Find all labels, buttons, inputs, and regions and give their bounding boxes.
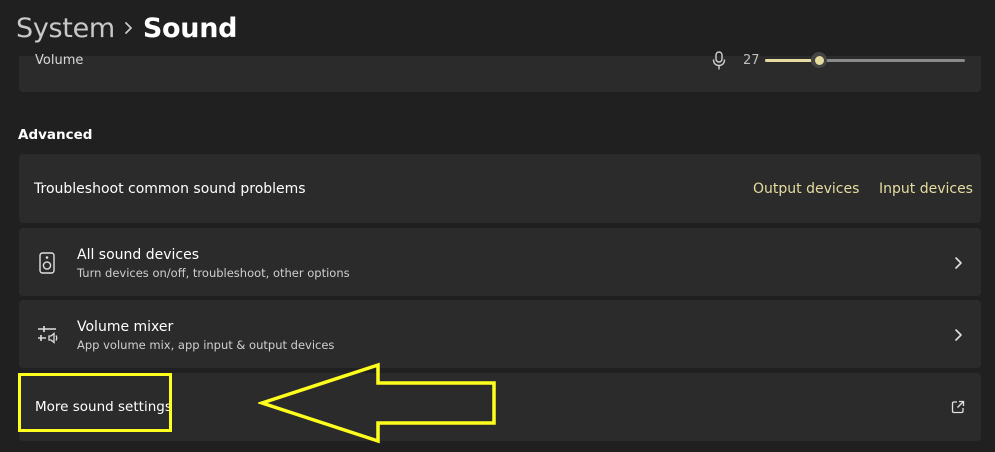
troubleshoot-label: Troubleshoot common sound problems bbox=[34, 181, 306, 197]
input-volume-card: Volume 27 bbox=[19, 51, 981, 92]
speaker-icon bbox=[37, 252, 57, 274]
more-sound-settings-label: More sound settings bbox=[35, 399, 172, 415]
chevron-right-icon bbox=[115, 21, 143, 35]
volume-mixer-subtitle: App volume mix, app input & output devic… bbox=[77, 338, 335, 352]
settings-page: System Sound Volume 27 Advanced Troubles… bbox=[0, 0, 995, 452]
slider-thumb-center bbox=[814, 55, 824, 65]
troubleshoot-card: Troubleshoot common sound problems Outpu… bbox=[19, 154, 981, 223]
all-sound-devices-subtitle: Turn devices on/off, troubleshoot, other… bbox=[77, 266, 350, 280]
breadcrumb: System Sound bbox=[16, 8, 237, 48]
volume-mixer-title: Volume mixer bbox=[77, 319, 174, 335]
more-sound-settings-item[interactable]: More sound settings bbox=[19, 373, 981, 441]
breadcrumb-system[interactable]: System bbox=[16, 13, 115, 44]
advanced-heading: Advanced bbox=[18, 127, 93, 143]
external-link-icon bbox=[951, 399, 965, 414]
slider-thumb[interactable] bbox=[811, 52, 827, 68]
output-devices-link[interactable]: Output devices bbox=[753, 181, 859, 197]
volume-mixer-item[interactable]: Volume mixer App volume mix, app input &… bbox=[19, 300, 981, 368]
input-devices-link[interactable]: Input devices bbox=[879, 181, 973, 197]
page-title: Sound bbox=[142, 12, 238, 44]
mixer-icon bbox=[37, 324, 58, 346]
all-sound-devices-title: All sound devices bbox=[77, 247, 200, 263]
microphone-icon[interactable] bbox=[711, 51, 727, 71]
all-sound-devices-item[interactable]: All sound devices Turn devices on/off, t… bbox=[19, 228, 981, 296]
volume-value: 27 bbox=[743, 53, 760, 68]
chevron-right-icon bbox=[953, 327, 963, 341]
volume-slider[interactable] bbox=[765, 52, 965, 68]
chevron-right-icon bbox=[953, 255, 963, 269]
volume-label: Volume bbox=[35, 53, 84, 68]
